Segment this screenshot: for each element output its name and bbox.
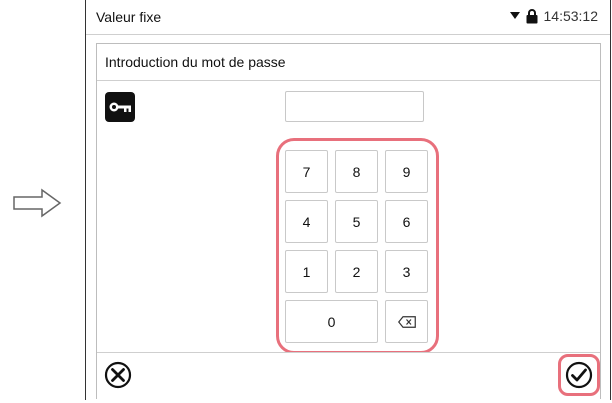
check-circle-icon[interactable] [564,360,594,390]
key-label: 8 [352,163,361,180]
right-arrow-icon [13,188,62,218]
status-bar: Valeur fixe 14:53:12 [86,0,610,35]
key-icon [105,92,135,122]
key-label: 3 [402,263,411,280]
lock-icon [526,8,537,23]
password-input[interactable] [285,91,424,122]
clock-time: 14:53:12 [543,8,599,24]
keypad-key-5[interactable]: 5 [335,200,378,243]
key-label: 1 [302,263,311,280]
dialog-title: Introduction du mot de passe [105,54,286,70]
keypad-key-7[interactable]: 7 [285,150,328,193]
keypad-backspace[interactable] [385,300,428,343]
mode-title: Valeur fixe [96,9,162,25]
password-dialog: Introduction du mot de passe 7 8 9 4 5 6… [96,43,601,399]
dropdown-triangle-icon[interactable] [509,12,520,20]
dialog-footer [97,352,600,399]
cancel-x-circle-icon[interactable] [103,360,133,390]
keypad-key-3[interactable]: 3 [385,250,428,293]
backspace-icon [397,315,416,328]
keypad-key-2[interactable]: 2 [335,250,378,293]
device-screen: Valeur fixe 14:53:12 Introduction du mot… [85,0,611,400]
keypad-key-0[interactable]: 0 [285,300,378,343]
key-label: 5 [352,213,361,230]
key-label: 6 [402,213,411,230]
key-label: 0 [327,313,336,330]
key-label: 7 [302,163,311,180]
keypad-key-6[interactable]: 6 [385,200,428,243]
status-right: 14:53:12 [509,8,599,24]
key-label: 4 [302,213,311,230]
keypad-key-9[interactable]: 9 [385,150,428,193]
keypad-key-8[interactable]: 8 [335,150,378,193]
dialog-header: Introduction du mot de passe [97,44,600,81]
keypad-key-1[interactable]: 1 [285,250,328,293]
keypad-key-4[interactable]: 4 [285,200,328,243]
key-label: 9 [402,163,411,180]
key-label: 2 [352,263,361,280]
